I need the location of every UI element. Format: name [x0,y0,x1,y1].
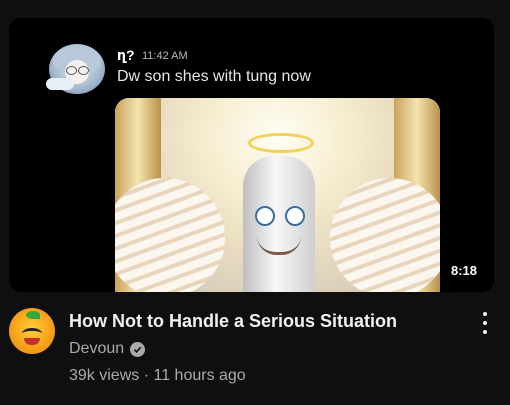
avatar-cloud-decoration [46,78,74,90]
angel-artwork-image [115,98,440,292]
video-title[interactable]: How Not to Handle a Serious Situation [69,311,397,332]
video-meta: 39k views · 11 hours ago [69,367,246,385]
chat-message-text: Dw son shes with tung now [117,68,311,85]
video-duration-badge: 8:18 [445,261,482,280]
upload-age: 11 hours ago [153,367,246,384]
chat-username: ղ? [117,47,135,63]
channel-row: Devoun [69,340,146,358]
channel-avatar[interactable] [9,308,55,354]
meta-separator: · [143,367,150,384]
video-thumbnail[interactable]: ղ? 11:42 AM Dw son shes with tung now 8:… [9,18,494,292]
channel-name[interactable]: Devoun [69,340,124,358]
more-vert-icon[interactable] [476,310,494,336]
verified-check-icon [130,341,146,357]
chat-timestamp: 11:42 AM [142,50,188,62]
view-count: 39k views [69,367,140,384]
